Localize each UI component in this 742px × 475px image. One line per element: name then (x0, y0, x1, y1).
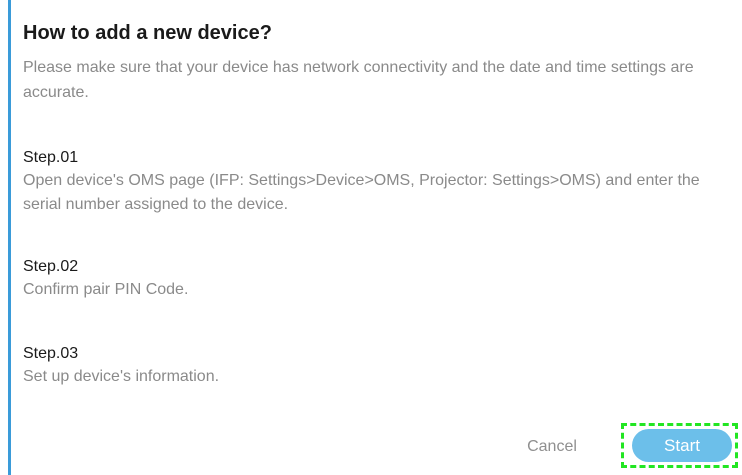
start-button-highlight: Start (621, 423, 738, 468)
step-2-title: Step.02 (23, 258, 79, 275)
step-2: Step.02 Confirm pair PIN Code. (23, 256, 728, 302)
dialog-intro-text: Please make sure that your device has ne… (23, 59, 694, 101)
step-1-title: Step.01 (23, 149, 79, 166)
add-device-dialog: How to add a new device? Please make sur… (0, 0, 742, 475)
step-3-description: Set up device's information. (23, 368, 220, 385)
cancel-button[interactable]: Cancel (512, 433, 592, 461)
step-3: Step.03 Set up device's information. (23, 343, 728, 389)
dialog-left-border (8, 0, 11, 475)
step-2-description: Confirm pair PIN Code. (23, 281, 189, 298)
start-button[interactable]: Start (632, 429, 732, 462)
dialog-header: How to add a new device? Please make sur… (23, 20, 728, 105)
step-3-title: Step.03 (23, 345, 79, 362)
dialog-title: How to add a new device? (23, 22, 272, 44)
step-1-description: Open device's OMS page (IFP: Settings>De… (23, 172, 700, 213)
step-1: Step.01 Open device's OMS page (IFP: Set… (23, 147, 728, 217)
